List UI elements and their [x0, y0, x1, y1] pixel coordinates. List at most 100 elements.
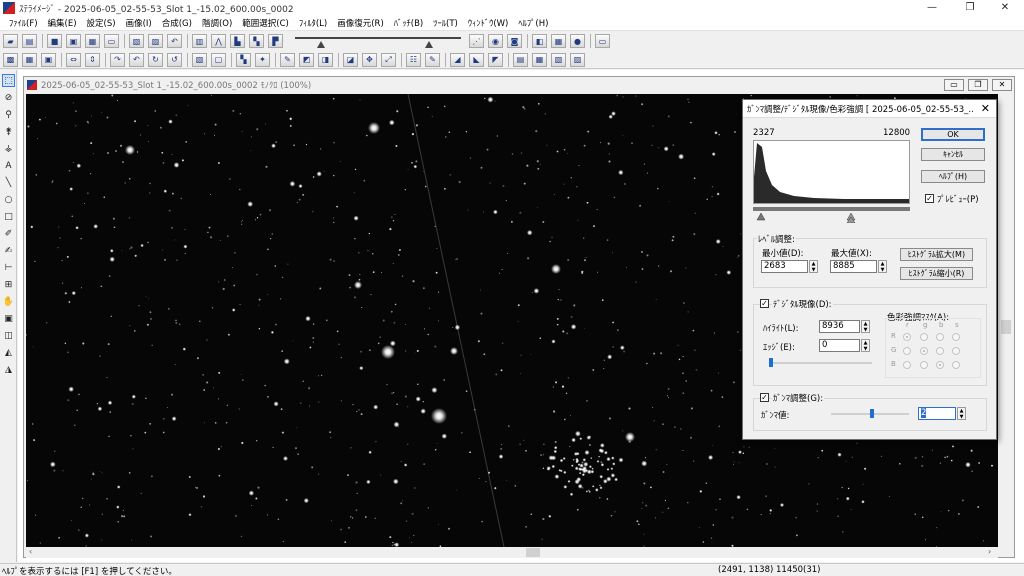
pen-icon[interactable]: ✐: [2, 227, 15, 240]
mask-icon[interactable]: ◤: [488, 52, 503, 67]
star-icon[interactable]: ✦: [255, 52, 270, 67]
copy-icon[interactable]: ▧: [129, 34, 144, 48]
menu-selection[interactable]: 範囲選択(C): [237, 17, 294, 29]
gamma-input[interactable]: 2: [918, 407, 956, 420]
edge-slider-track[interactable]: [769, 362, 872, 364]
transform-icon[interactable]: ◪: [343, 52, 358, 67]
open-file-icon[interactable]: ▤: [22, 34, 37, 48]
mask-radio-g-b[interactable]: [936, 347, 944, 355]
edge-input[interactable]: 0: [819, 339, 860, 352]
menu-edit[interactable]: 編集(E): [43, 17, 82, 29]
horizontal-scrollbar[interactable]: ‹ ›: [26, 547, 998, 558]
lasso-icon[interactable]: ⊘: [2, 91, 15, 104]
monitor-icon[interactable]: ▭: [595, 34, 610, 48]
ddp-checkbox[interactable]: ✓: [760, 299, 769, 308]
stack-icon[interactable]: ◨: [318, 52, 333, 67]
min-spinner[interactable]: ▲ ▼: [809, 260, 818, 273]
select-rect-icon[interactable]: ⬚: [2, 74, 15, 87]
menu-file[interactable]: ﾌｧｲﾙ(F): [4, 17, 43, 29]
vertical-scroll-thumb[interactable]: [1001, 320, 1011, 334]
help-button[interactable]: ﾍﾙﾌﾟ(H): [921, 170, 985, 183]
cancel-button[interactable]: ｷｬﾝｾﾙ: [921, 148, 985, 161]
camera-icon[interactable]: ◙: [507, 34, 522, 48]
menu-composite[interactable]: 合成(G): [157, 17, 197, 29]
mask-radio-b-r[interactable]: [903, 361, 911, 369]
save-icon[interactable]: ■: [47, 34, 62, 48]
channel-icon[interactable]: ▩: [3, 52, 18, 67]
edge-slider-thumb[interactable]: [769, 358, 773, 367]
mask-radio-r-r[interactable]: [903, 333, 911, 341]
info-icon[interactable]: ▨: [570, 52, 585, 67]
rgb-icon[interactable]: ▛: [268, 34, 283, 48]
min-input[interactable]: 2683: [761, 260, 808, 273]
level-icon[interactable]: ▥: [192, 34, 207, 48]
menu-image[interactable]: 画像(I): [121, 17, 157, 29]
image-close-button[interactable]: ✕: [992, 79, 1012, 91]
mask-radio-g-r[interactable]: [903, 347, 911, 355]
mask-radio-b-s[interactable]: [952, 361, 960, 369]
image-window-titlebar[interactable]: 2025-06-05_02-55-53_Slot 1_-15.02_600.00…: [24, 77, 1014, 93]
align-icon[interactable]: ✎: [280, 52, 295, 67]
tile-icon[interactable]: ▦: [532, 52, 547, 67]
display-range-high-handle[interactable]: [425, 41, 433, 48]
highlight-input[interactable]: 8936: [819, 320, 860, 333]
flip-horizontal-icon[interactable]: ⇔: [66, 52, 81, 67]
histogram-icon[interactable]: ▙: [230, 34, 245, 48]
display-range-low-handle[interactable]: [317, 41, 325, 48]
zoom-icon[interactable]: ⚲: [2, 108, 15, 121]
ellipse-icon[interactable]: ○: [2, 193, 15, 206]
line-icon[interactable]: ╲: [2, 176, 15, 189]
rectangle-icon[interactable]: □: [2, 210, 15, 223]
image-minimize-button[interactable]: ▭: [944, 79, 964, 91]
gamma-icon[interactable]: ◢: [450, 52, 465, 67]
print-icon[interactable]: ▭: [104, 34, 119, 48]
image-restore-button[interactable]: ❐: [968, 79, 988, 91]
level-min-handle[interactable]: [756, 212, 766, 221]
rotate-any-icon[interactable]: ↺: [167, 52, 182, 67]
fit-icon[interactable]: ▣: [41, 52, 56, 67]
composite-icon[interactable]: ▚: [236, 52, 251, 67]
move-icon[interactable]: ✥: [362, 52, 377, 67]
paint-icon[interactable]: ✍: [2, 244, 15, 257]
horizontal-scroll-thumb[interactable]: [526, 548, 540, 557]
close-button[interactable]: ✕: [988, 0, 1022, 16]
scroll-right-icon[interactable]: ›: [988, 547, 991, 556]
gamma-slider-thumb[interactable]: [870, 409, 874, 418]
deconvolution-icon[interactable]: ☷: [406, 52, 421, 67]
paste-icon[interactable]: ▨: [148, 34, 163, 48]
mask-radio-g-s[interactable]: [952, 347, 960, 355]
max-spinner[interactable]: ▲ ▼: [878, 260, 887, 273]
binocular-icon[interactable]: ◉: [488, 34, 503, 48]
pencil-icon[interactable]: ✎: [425, 52, 440, 67]
cascade-icon[interactable]: ▧: [551, 52, 566, 67]
window-icon[interactable]: ▤: [513, 52, 528, 67]
mask-radio-r-g[interactable]: [920, 333, 928, 341]
menu-settings[interactable]: 設定(S): [82, 17, 121, 29]
curve-icon[interactable]: ⋀: [211, 34, 226, 48]
restore-button[interactable]: ❐: [953, 0, 987, 16]
stamp-icon[interactable]: ⊞: [2, 278, 15, 291]
mask-radio-r-b[interactable]: [936, 333, 944, 341]
save-as-icon[interactable]: ▣: [66, 34, 81, 48]
layout-icon[interactable]: ▦: [22, 52, 37, 67]
analysis-icon[interactable]: ◭: [2, 346, 15, 359]
open-folder-icon[interactable]: ▰: [3, 34, 18, 48]
monitor-tool-icon[interactable]: ▣: [2, 312, 15, 325]
menu-help[interactable]: ﾍﾙﾌﾟ(H): [513, 17, 553, 29]
max-input[interactable]: 8885: [830, 260, 877, 273]
menu-window[interactable]: ｳｨﾝﾄﾞｳ(W): [463, 17, 514, 29]
mask-radio-g-g[interactable]: [920, 347, 928, 355]
menu-tools[interactable]: ﾂｰﾙ(T): [428, 17, 463, 29]
ok-button[interactable]: OK: [921, 128, 985, 141]
mask-radio-r-s[interactable]: [952, 333, 960, 341]
text-icon[interactable]: A: [2, 159, 15, 172]
preview-checkbox[interactable]: ✓: [925, 194, 934, 203]
crop-icon[interactable]: ▢: [211, 52, 226, 67]
minimize-button[interactable]: —: [915, 0, 949, 16]
display-range-slider[interactable]: [295, 33, 461, 49]
gamma-spinner[interactable]: ▲ ▼: [957, 407, 966, 420]
resize-icon[interactable]: ⤢: [381, 52, 396, 67]
grid-icon[interactable]: ▦: [551, 34, 566, 48]
mask-radio-b-g[interactable]: [920, 361, 928, 369]
measure-icon[interactable]: ⊢: [2, 261, 15, 274]
